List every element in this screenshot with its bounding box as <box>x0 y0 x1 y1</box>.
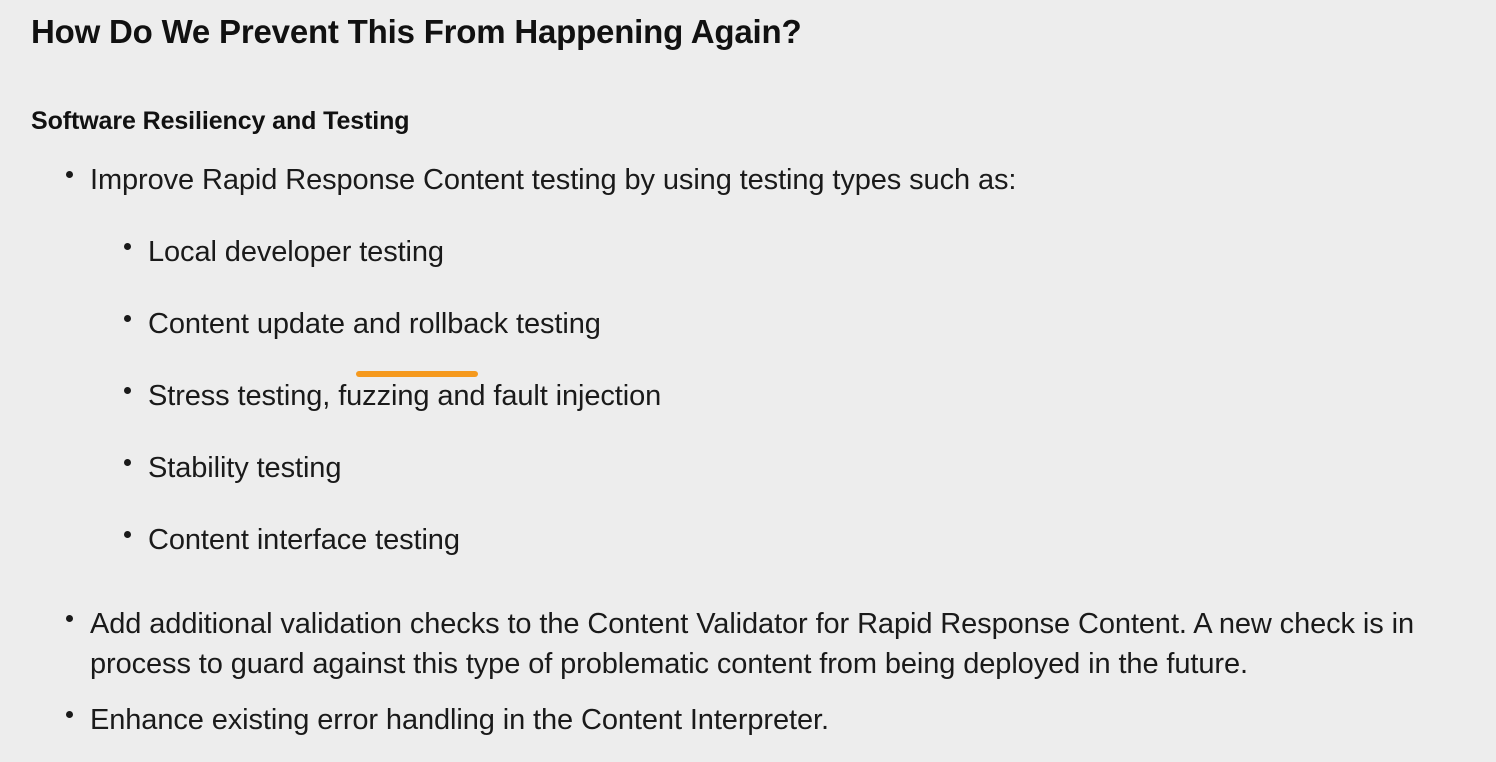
list-item: Local developer testing <box>0 222 1496 294</box>
bullet-row: Stability testing <box>0 438 1496 510</box>
bullet-dot-icon <box>66 171 73 178</box>
sub-bullet-text: Stability testing <box>148 452 342 484</box>
bullet-dot-icon <box>66 615 73 622</box>
sub-bullet-text: Content update and rollback testing <box>148 308 601 340</box>
bullet-text: Improve Rapid Response Content testing b… <box>90 164 1017 196</box>
bullet-row: Stress testing, fuzzing and fault inject… <box>0 366 1496 438</box>
bullet-row: Content interface testing <box>0 510 1496 582</box>
bullet-dot-icon <box>124 531 131 538</box>
list-item: Improve Rapid Response Content testing b… <box>0 150 1496 582</box>
list-item: Add additional validation checks to the … <box>0 594 1496 690</box>
bullet-row: Improve Rapid Response Content testing b… <box>0 150 1496 222</box>
bullet-dot-icon <box>66 711 73 718</box>
page-title: How Do We Prevent This From Happening Ag… <box>31 13 802 50</box>
slide-canvas: How Do We Prevent This From Happening Ag… <box>0 0 1496 736</box>
list-item-highlighted: Stress testing, fuzzing and fault inject… <box>0 366 1496 438</box>
bullet-dot-icon <box>124 315 131 322</box>
list-item: Enhance existing error handling in the C… <box>0 690 1496 762</box>
sub-bullet-text: Content interface testing <box>148 524 460 556</box>
bullet-dot-icon <box>124 459 131 466</box>
section-heading: Software Resiliency and Testing <box>31 107 410 135</box>
bullet-dot-icon <box>124 387 131 394</box>
bullet-text: Enhance existing error handling in the C… <box>90 704 829 736</box>
list-item: Content interface testing <box>0 510 1496 582</box>
bullet-row: Content update and rollback testing <box>0 294 1496 366</box>
bullet-dot-icon <box>124 243 131 250</box>
sub-bullet-text: Stress testing, fuzzing and fault inject… <box>148 380 662 412</box>
list-item: Stability testing <box>0 438 1496 510</box>
sub-bullet-text: Local developer testing <box>148 236 444 268</box>
bullet-text: Add additional validation checks to the … <box>90 608 1414 680</box>
bullet-row: Add additional validation checks to the … <box>0 594 1496 690</box>
sub-bullet-list: Local developer testing Content update a… <box>0 222 1496 582</box>
bullet-list: Improve Rapid Response Content testing b… <box>0 150 1496 762</box>
bullet-row: Local developer testing <box>0 222 1496 294</box>
list-item: Content update and rollback testing <box>0 294 1496 366</box>
bullet-row: Enhance existing error handling in the C… <box>0 690 1496 762</box>
